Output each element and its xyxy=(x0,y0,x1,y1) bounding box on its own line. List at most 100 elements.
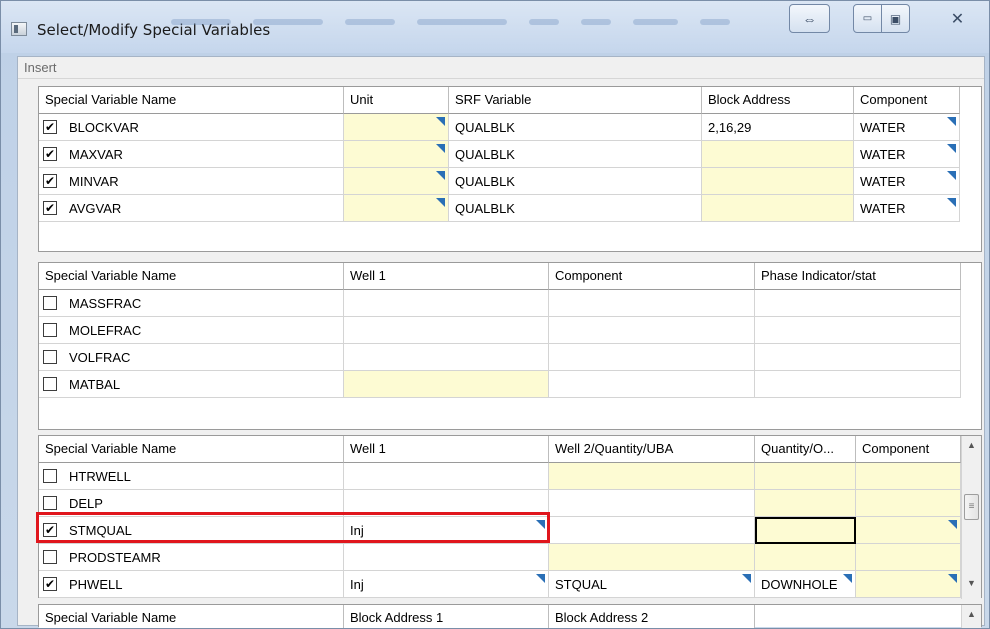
block-address-cell[interactable] xyxy=(702,141,854,168)
menu-insert[interactable]: Insert xyxy=(24,60,57,75)
well2-cell[interactable]: STQUAL xyxy=(549,571,755,598)
column-header[interactable]: Special Variable Name xyxy=(39,263,344,290)
phase-indicator-cell[interactable] xyxy=(755,317,961,344)
enable-checkbox[interactable] xyxy=(43,350,57,364)
well2-cell[interactable] xyxy=(549,490,755,517)
enable-checkbox[interactable]: ✔ xyxy=(43,201,57,215)
title-bar[interactable]: Select/Modify Special Variables ⇔ ▭ ▣ ✕ xyxy=(1,1,989,53)
well1-cell[interactable] xyxy=(344,317,549,344)
vertical-scrollbar[interactable]: ▲ xyxy=(961,605,981,628)
srf-variable-cell[interactable]: QUALBLK xyxy=(449,168,702,195)
component-cell[interactable] xyxy=(856,517,961,544)
column-header[interactable]: Well 1 xyxy=(344,263,549,290)
maximize-button[interactable]: ▣ xyxy=(881,4,910,33)
unit-cell[interactable] xyxy=(344,168,449,195)
srf-variable-cell[interactable]: QUALBLK xyxy=(449,114,702,141)
component-cell[interactable] xyxy=(549,344,755,371)
quantity-cell[interactable] xyxy=(755,544,856,571)
phase-indicator-cell[interactable] xyxy=(755,290,961,317)
well1-cell[interactable] xyxy=(344,290,549,317)
unit-cell[interactable] xyxy=(344,114,449,141)
scroll-down-icon[interactable]: ▼ xyxy=(962,578,981,596)
well2-cell[interactable] xyxy=(549,544,755,571)
app-icon xyxy=(11,22,27,36)
column-header[interactable]: Block Address 2 xyxy=(549,605,755,628)
column-header[interactable]: Block Address 1 xyxy=(344,605,549,628)
well1-cell[interactable] xyxy=(344,344,549,371)
component-cell[interactable] xyxy=(549,317,755,344)
column-header[interactable]: Component xyxy=(854,87,960,114)
srf-variable-cell[interactable]: QUALBLK xyxy=(449,141,702,168)
scroll-up-icon[interactable]: ▲ xyxy=(962,440,981,458)
column-header[interactable]: Special Variable Name xyxy=(39,87,344,114)
phase-indicator-cell[interactable] xyxy=(755,371,961,398)
well1-cell[interactable] xyxy=(344,490,549,517)
variable-name-cell: MASSFRAC xyxy=(39,290,344,317)
srf-variable-cell[interactable]: QUALBLK xyxy=(449,195,702,222)
header-row: Special Variable Name Well 1 Component Phas… xyxy=(39,263,981,290)
table-row: HTRWELL xyxy=(39,463,981,490)
component-cell[interactable] xyxy=(856,463,961,490)
well2-cell[interactable] xyxy=(549,517,755,544)
swap-button[interactable]: ⇔ xyxy=(789,4,830,33)
column-header[interactable]: Component xyxy=(549,263,755,290)
well1-cell[interactable]: Inj xyxy=(344,517,549,544)
fraction-variables-grid: Special Variable Name Well 1 Component Phas… xyxy=(38,262,982,430)
component-cell[interactable] xyxy=(856,544,961,571)
unit-cell[interactable] xyxy=(344,195,449,222)
quantity-cell[interactable] xyxy=(755,517,856,544)
enable-checkbox[interactable] xyxy=(43,377,57,391)
enable-checkbox[interactable]: ✔ xyxy=(43,147,57,161)
column-header[interactable]: Well 1 xyxy=(344,436,549,463)
enable-checkbox[interactable]: ✔ xyxy=(43,120,57,134)
quantity-cell[interactable]: DOWNHOLE xyxy=(755,571,856,598)
enable-checkbox[interactable] xyxy=(43,469,57,483)
phase-indicator-cell[interactable] xyxy=(755,344,961,371)
enable-checkbox[interactable]: ✔ xyxy=(43,523,57,537)
enable-checkbox[interactable]: ✔ xyxy=(43,174,57,188)
component-cell[interactable]: WATER xyxy=(854,168,960,195)
table-row: MASSFRAC xyxy=(39,290,981,317)
block-address-cell[interactable]: 2,16,29 xyxy=(702,114,854,141)
component-cell[interactable]: WATER xyxy=(854,141,960,168)
well1-cell[interactable] xyxy=(344,371,549,398)
component-cell[interactable] xyxy=(549,290,755,317)
column-header[interactable]: Component xyxy=(856,436,961,463)
enable-checkbox[interactable] xyxy=(43,496,57,510)
unit-cell[interactable] xyxy=(344,141,449,168)
component-cell[interactable] xyxy=(856,490,961,517)
block-address-cell[interactable] xyxy=(702,168,854,195)
quantity-cell[interactable] xyxy=(755,463,856,490)
block-address-cell[interactable] xyxy=(702,195,854,222)
column-header[interactable]: Unit xyxy=(344,87,449,114)
minimize-icon: ▭ xyxy=(862,13,873,24)
well1-cell[interactable] xyxy=(344,544,549,571)
enable-checkbox[interactable]: ✔ xyxy=(43,577,57,591)
component-cell[interactable] xyxy=(549,371,755,398)
enable-checkbox[interactable] xyxy=(43,296,57,310)
table-row: PRODSTEAMR xyxy=(39,544,981,571)
quantity-cell[interactable] xyxy=(755,490,856,517)
vertical-scrollbar[interactable]: ▲ ≡ ▼ xyxy=(961,436,981,599)
component-cell[interactable]: WATER xyxy=(854,114,960,141)
column-header[interactable]: Well 2/Quantity/UBA xyxy=(549,436,755,463)
scroll-thumb[interactable]: ≡ xyxy=(964,494,979,520)
well2-cell[interactable] xyxy=(549,463,755,490)
column-header[interactable]: Phase Indicator/stat xyxy=(755,263,961,290)
column-header[interactable]: SRF Variable xyxy=(449,87,702,114)
enable-checkbox[interactable] xyxy=(43,323,57,337)
variable-name: HTRWELL xyxy=(69,469,131,484)
scroll-up-icon[interactable]: ▲ xyxy=(962,609,981,627)
component-cell[interactable] xyxy=(856,571,961,598)
table-row: MOLEFRAC xyxy=(39,317,981,344)
enable-checkbox[interactable] xyxy=(43,550,57,564)
well1-cell[interactable] xyxy=(344,463,549,490)
well1-cell[interactable]: Inj xyxy=(344,571,549,598)
column-header[interactable]: Block Address xyxy=(702,87,854,114)
close-button[interactable]: ✕ xyxy=(941,4,974,33)
minimize-button[interactable]: ▭ xyxy=(853,4,882,33)
column-header[interactable]: Special Variable Name xyxy=(39,605,344,628)
column-header[interactable]: Quantity/O... xyxy=(755,436,856,463)
column-header[interactable]: Special Variable Name xyxy=(39,436,344,463)
component-cell[interactable]: WATER xyxy=(854,195,960,222)
